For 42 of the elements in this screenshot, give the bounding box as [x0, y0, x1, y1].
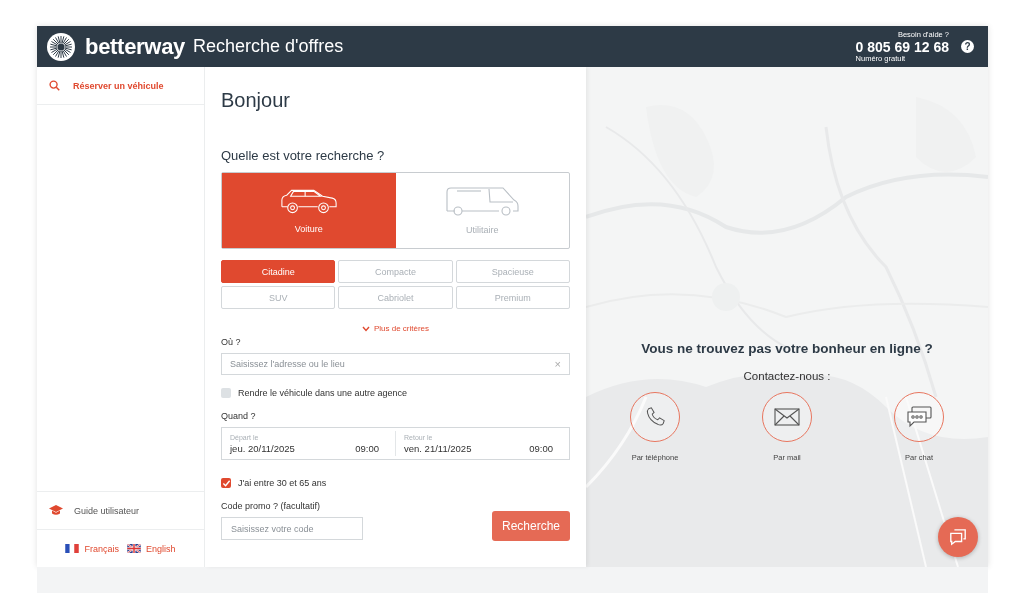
greeting: Bonjour	[221, 89, 291, 112]
graduation-cap-icon	[49, 505, 63, 516]
language-link[interactable]: English	[146, 543, 176, 554]
page-title: Recherche d'offres	[193, 36, 345, 57]
logo-icon	[46, 31, 76, 62]
chat-contact-icon[interactable]	[894, 392, 944, 442]
checkbox[interactable]	[221, 388, 231, 398]
category-option[interactable]: Compacte	[338, 260, 453, 283]
brand-name: betterway	[85, 33, 185, 60]
chevron-down-icon	[361, 325, 370, 332]
location-field[interactable]: Saisissez l'adresse ou le lieu ×	[221, 353, 570, 375]
field-label: Code promo ? (facultatif)	[221, 501, 322, 511]
user-guide-link[interactable]: Guide utilisateur	[74, 505, 140, 516]
search-icon	[49, 80, 60, 91]
flag-icon	[127, 544, 141, 553]
vehicle-type-tab[interactable]: Utilitaire	[395, 173, 569, 248]
phone-contact-icon[interactable]	[630, 392, 680, 442]
contact-title: Vous ne trouvez pas votre bonheur en ligne ?	[641, 341, 933, 356]
help-icon[interactable]: ?	[961, 40, 974, 53]
flag-icon	[65, 544, 80, 553]
phone-number: 0 805 69 12 68	[855, 40, 949, 54]
checkbox[interactable]	[221, 478, 231, 488]
contact-subtitle: Contactez-nous :	[743, 370, 831, 382]
category-option[interactable]: Cabriolet	[338, 286, 453, 309]
checkbox-label: J'ai entre 30 et 65 ans	[238, 478, 327, 488]
category-option[interactable]: Spacieuse	[455, 260, 570, 283]
van-icon	[443, 186, 522, 218]
category-option[interactable]: SUV	[221, 286, 336, 309]
mail-contact-icon[interactable]	[762, 392, 812, 442]
language-link[interactable]: Français	[84, 543, 119, 554]
field-label: Où ?	[221, 337, 242, 347]
vehicle-type-tab[interactable]: Voiture	[222, 173, 396, 248]
nav-item[interactable]: Réserver un véhicule	[37, 67, 204, 105]
checkbox-label: Rendre le véhicule dans une autre agence	[238, 388, 408, 398]
section-title: Quelle est votre recherche ?	[221, 148, 386, 163]
field-label: Quand ?	[221, 411, 257, 421]
more-criteria-link[interactable]: Plus de critères	[221, 324, 570, 333]
search-button[interactable]: Recherche	[492, 511, 570, 541]
category-option[interactable]: Citadine	[221, 260, 336, 283]
category-option[interactable]: Premium	[455, 286, 570, 309]
promo-code-field[interactable]: Saisissez votre code	[221, 517, 363, 540]
chat-icon	[949, 528, 967, 546]
